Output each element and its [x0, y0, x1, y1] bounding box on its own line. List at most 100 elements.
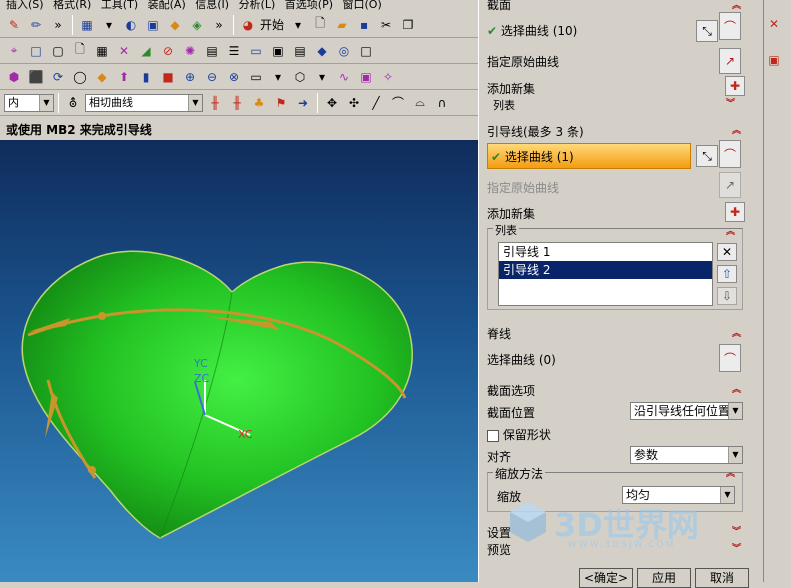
apply-button[interactable]: 应用 [637, 568, 691, 588]
start-button[interactable]: 开始 [260, 16, 284, 33]
list-icon[interactable]: ☰ [224, 41, 244, 61]
expand-settings-icon[interactable]: ︾ [732, 528, 741, 537]
toolbar-more-icon[interactable]: » [209, 15, 229, 35]
polygon-dropdown-icon[interactable]: ▾ [312, 67, 332, 87]
move-icon[interactable]: ✥ [322, 93, 342, 113]
chart-icon[interactable]: ◢ [136, 41, 156, 61]
solid-icon[interactable]: ⬛ [26, 67, 46, 87]
point-icon[interactable]: ◆ [312, 41, 332, 61]
new-file-icon[interactable]: 🗋 [310, 15, 330, 35]
frame-icon[interactable]: ▣ [268, 41, 288, 61]
gear-wheel-icon[interactable]: ✺ [180, 41, 200, 61]
keep-shape-checkbox[interactable]: 保留形状 [487, 426, 551, 443]
menu-window[interactable]: 窗口(O) [343, 0, 382, 11]
extrude-icon[interactable]: ⬆ [114, 67, 134, 87]
start-dropdown-icon[interactable]: ▾ [288, 15, 308, 35]
menu-format[interactable]: 格式(R) [53, 0, 91, 11]
coordinate-icon[interactable]: ⌖ [4, 41, 24, 61]
settings-section[interactable]: 设置 [487, 524, 511, 541]
heart-surface[interactable] [21, 250, 413, 539]
no-chart-icon[interactable]: ⊘ [158, 41, 178, 61]
wand-icon[interactable]: ✧ [378, 67, 398, 87]
guide-select-curve[interactable]: ✔ 选择曲线 (1) [491, 148, 574, 165]
collapse-options-icon[interactable]: ︽ [732, 386, 741, 395]
cylinder-icon[interactable]: ▮ [136, 67, 156, 87]
square-icon[interactable]: □ [356, 41, 376, 61]
align-select[interactable]: 参数 ▼ [630, 446, 743, 464]
revolve-icon[interactable]: ⟳ [48, 67, 68, 87]
menu-preferences[interactable]: 首选项(P) [285, 0, 333, 11]
menu-assembly[interactable]: 装配(A) [148, 0, 186, 11]
curve-icon[interactable]: ⌒ [388, 93, 408, 113]
page-icon[interactable]: ▢ [48, 41, 68, 61]
tree-icon[interactable]: ♣ [249, 93, 269, 113]
collapse-guides-icon[interactable]: ︽ [732, 127, 741, 136]
block-icon[interactable]: ⬢ [4, 67, 24, 87]
grid-icon[interactable]: ▦ [92, 41, 112, 61]
spline-icon[interactable]: ∿ [334, 67, 354, 87]
expand-list-icon[interactable]: ︾ [726, 100, 735, 109]
cube-red-icon[interactable]: ■ [158, 67, 178, 87]
origin-curve-icon[interactable]: ↗ [719, 48, 741, 74]
orient-select[interactable]: 内 ▼ [4, 93, 54, 112]
reverse-direction-icon[interactable]: ⤡ [696, 145, 718, 167]
sphere-icon[interactable]: ◯ [70, 67, 90, 87]
open-folder-icon[interactable]: ▰ [332, 15, 352, 35]
list-item[interactable]: 引导线 1 [499, 243, 712, 261]
orient-view-icon[interactable]: ◈ [187, 15, 207, 35]
intersect-icon[interactable]: ⊗ [224, 67, 244, 87]
follow-fillet-icon[interactable]: ╫ [227, 93, 247, 113]
arc-icon[interactable]: ⌓ [410, 93, 430, 113]
reverse-direction-icon[interactable]: ⤡ [696, 20, 718, 42]
document-icon[interactable]: 🗋 [70, 41, 90, 61]
collapse-list-icon[interactable]: ︽ [726, 228, 735, 237]
circle-icon[interactable]: ◎ [334, 41, 354, 61]
frame-select-icon[interactable]: ▣ [356, 67, 376, 87]
layout-dropdown-icon[interactable]: ▾ [99, 15, 119, 35]
render-style-icon[interactable]: ◐ [121, 15, 141, 35]
arrow-right-icon[interactable]: ➜ [293, 93, 313, 113]
copy-icon[interactable]: ❐ [398, 15, 418, 35]
guide-list[interactable]: 引导线 1 引导线 2 [498, 242, 713, 306]
graphics-viewport[interactable]: YC ZC XC [0, 140, 478, 582]
filter-icon[interactable]: ⛢ [63, 93, 83, 113]
blend-icon[interactable]: ◆ [92, 67, 112, 87]
polygon-icon[interactable]: ⬡ [290, 67, 310, 87]
ok-button[interactable]: <确定> [579, 568, 633, 588]
resource-bar-icon[interactable]: ✕ [764, 14, 784, 34]
unite-icon[interactable]: ⊕ [180, 67, 200, 87]
cancel-button[interactable]: 取消 [695, 568, 749, 588]
expand-preview-icon[interactable]: ︾ [732, 545, 741, 554]
spine-select-curve[interactable]: 选择曲线 (0) [487, 351, 556, 368]
layers-icon[interactable]: ▤ [290, 41, 310, 61]
add-set-icon[interactable]: ✚ [725, 76, 745, 96]
move-down-icon[interactable]: ⇩ [717, 287, 737, 305]
checkbox-box[interactable] [487, 429, 499, 442]
delete-icon[interactable]: ✕ [717, 243, 737, 261]
cube-icon[interactable]: ▣ [143, 15, 163, 35]
preview-section[interactable]: 预览 [487, 541, 511, 558]
cut-icon[interactable]: ✂ [376, 15, 396, 35]
curve-select-icon[interactable]: ⌒ [719, 344, 741, 372]
box-select-icon[interactable]: □ [26, 41, 46, 61]
layout-icon[interactable]: ▦ [77, 15, 97, 35]
start-icon[interactable]: ◕ [238, 15, 258, 35]
section-select-curve[interactable]: ✔ 选择曲线 (10) [487, 22, 577, 39]
curve-rule-select[interactable]: 相切曲线 ▼ [85, 93, 203, 112]
collapse-spine-icon[interactable]: ︽ [732, 330, 741, 339]
menu-tools[interactable]: 工具(T) [101, 0, 138, 11]
palette-icon[interactable]: ◆ [165, 15, 185, 35]
sketch-icon[interactable]: ✎ [4, 15, 24, 35]
subtract-icon[interactable]: ⊖ [202, 67, 222, 87]
line-icon[interactable]: ╱ [366, 93, 386, 113]
snap-icon[interactable]: ✣ [344, 93, 364, 113]
section-position-select[interactable]: 沿引导线任何位置 ▼ [630, 402, 743, 420]
cross-icon[interactable]: ✕ [114, 41, 134, 61]
collapse-section-icon[interactable]: ︽ [732, 2, 741, 11]
curve-select-icon[interactable]: ⌒ [719, 140, 741, 168]
list-item[interactable]: 引导线 2 [499, 261, 712, 279]
add-set-icon[interactable]: ✚ [725, 202, 745, 222]
menu-insert[interactable]: 插入(S) [6, 0, 44, 11]
stop-at-intersection-icon[interactable]: ╫ [205, 93, 225, 113]
path-icon[interactable]: ⚑ [271, 93, 291, 113]
